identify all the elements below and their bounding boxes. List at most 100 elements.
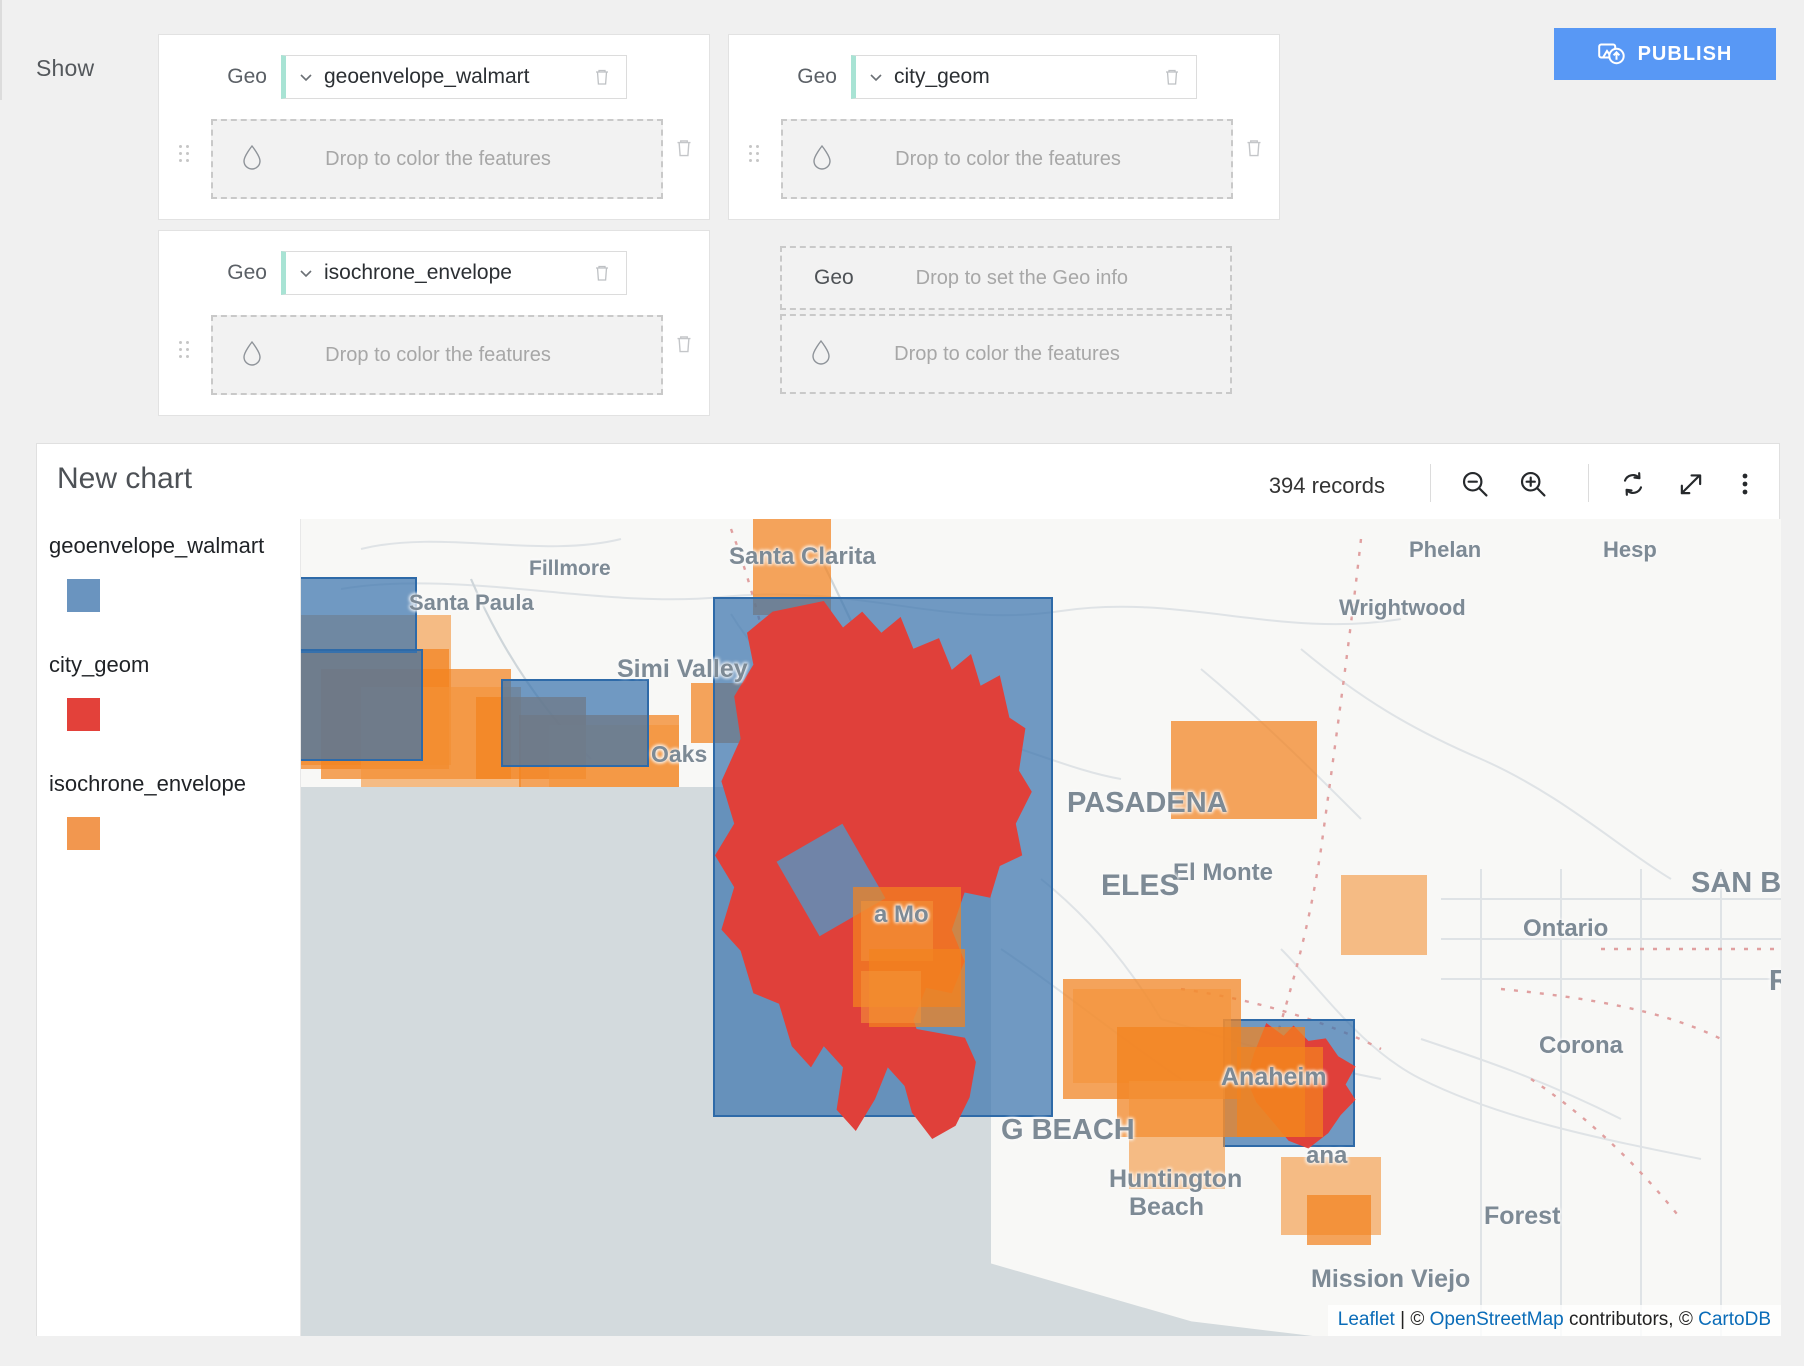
attribution-contributors: contributors, xyxy=(1563,1309,1679,1330)
legend-swatch xyxy=(67,698,100,731)
geo-field-value-3: isochrone_envelope xyxy=(324,261,512,284)
geo-field-select-3[interactable]: isochrone_envelope xyxy=(281,251,627,295)
refresh-icon[interactable] xyxy=(1617,468,1649,500)
chart-header: New chart 394 records xyxy=(37,444,1779,519)
map-label: PASADENA xyxy=(1067,787,1228,819)
openstreetmap-link[interactable]: OpenStreetMap xyxy=(1430,1309,1564,1330)
geo-field-value-1: geoenvelope_walmart xyxy=(324,65,530,88)
toolbar-divider-1 xyxy=(1430,464,1431,502)
trash-icon[interactable] xyxy=(590,65,614,89)
map-label: Santa Clarita xyxy=(729,543,876,570)
copyright-symbol: © xyxy=(1410,1309,1430,1330)
legend-swatch xyxy=(67,817,100,850)
map-label: Phelan xyxy=(1409,537,1482,562)
geo-card-3[interactable]: Geo isochrone_envelope Drop to color the… xyxy=(158,230,710,416)
chart-body: geoenvelope_walmart city_geom isochrone_… xyxy=(37,519,1781,1336)
legend-swatch xyxy=(67,579,100,612)
color-dropzone-2[interactable]: Drop to color the features xyxy=(781,119,1233,199)
map-label: Corona xyxy=(1539,1032,1623,1059)
map-label: Simi Valley xyxy=(617,655,748,683)
geo-field-label-2: Geo xyxy=(797,65,837,88)
map-label: Beach xyxy=(1129,1193,1205,1221)
isochrone-rect xyxy=(1307,1195,1371,1245)
show-label: Show xyxy=(36,55,95,81)
legend-label: geoenvelope_walmart xyxy=(49,533,265,558)
map-builder-app: Show Geo geoenvelope_walmart Drop to col… xyxy=(0,0,1804,1366)
map-label: Santa Paula xyxy=(409,590,534,615)
legend-item-city-geom[interactable]: city_geom xyxy=(49,652,300,731)
chart-title[interactable]: New chart xyxy=(57,462,192,496)
map-label: SAN BER xyxy=(1691,867,1781,899)
map-label: El Monte xyxy=(1173,859,1273,886)
copyright-symbol-2: © xyxy=(1678,1309,1699,1330)
cartodb-link[interactable]: CartoDB xyxy=(1698,1309,1771,1330)
layer-config-strip: Show Geo geoenvelope_walmart Drop to col… xyxy=(0,0,1804,432)
geo-info-dropzone[interactable]: Geo Drop to set the Geo info xyxy=(780,246,1232,310)
map-label: a Mo xyxy=(874,901,929,928)
map-label: RIVERSIDE xyxy=(1769,965,1781,997)
map-label: Oaks xyxy=(651,741,708,767)
toolbar-divider-2 xyxy=(1588,464,1589,502)
walmart-envelope-rect xyxy=(501,679,649,767)
drag-handle-3[interactable] xyxy=(179,341,191,359)
droplet-icon xyxy=(241,340,265,371)
map-attribution: Leaflet | © OpenStreetMap contributors, … xyxy=(1327,1305,1781,1336)
geo-field-select-1[interactable]: geoenvelope_walmart xyxy=(281,55,627,99)
map-label: Hesp xyxy=(1603,537,1657,562)
geo-info-dropzone-text: Drop to set the Geo info xyxy=(915,266,1129,289)
geo-card-1[interactable]: Geo geoenvelope_walmart Drop to color th… xyxy=(158,34,710,220)
geo-field-label-3: Geo xyxy=(227,261,267,284)
more-options-icon[interactable] xyxy=(1729,468,1761,500)
color-dropzone-1-text: Drop to color the features xyxy=(325,147,551,170)
zoom-out-icon[interactable] xyxy=(1459,468,1491,500)
chevron-down-icon xyxy=(298,69,314,85)
map-label: Wrightwood xyxy=(1339,595,1466,620)
isochrone-rect xyxy=(861,971,921,1023)
color-dropzone-2-text: Drop to color the features xyxy=(895,147,1121,170)
geo-card-4-empty[interactable]: Geo Drop to set the Geo info Drop to col… xyxy=(728,230,1280,416)
color-dropzone-4[interactable]: Drop to color the features xyxy=(780,314,1232,394)
map-label: ana xyxy=(1306,1142,1348,1169)
map-label: Mission Viejo xyxy=(1311,1265,1471,1293)
walmart-envelope-rect xyxy=(301,577,417,653)
legend-item-geoenvelope-walmart[interactable]: geoenvelope_walmart xyxy=(49,533,300,612)
map-label: G BEACH xyxy=(1001,1114,1135,1146)
remove-layer-2-button[interactable] xyxy=(1241,135,1267,161)
map-label: Fillmore xyxy=(529,557,611,580)
publish-button-label: PUBLISH xyxy=(1637,42,1733,65)
publish-button[interactable]: PUBLISH xyxy=(1554,28,1776,80)
geo-select-row-2: Geo city_geom xyxy=(785,55,1197,99)
color-dropzone-3-text: Drop to color the features xyxy=(325,343,551,366)
droplet-icon xyxy=(241,144,265,175)
publish-upload-icon xyxy=(1597,41,1626,67)
droplet-icon xyxy=(810,339,834,370)
isochrone-rect xyxy=(1341,875,1427,955)
geo-field-value-2: city_geom xyxy=(894,65,990,88)
walmart-envelope-rect xyxy=(301,649,423,761)
color-dropzone-3[interactable]: Drop to color the features xyxy=(211,315,663,395)
legend-item-isochrone-envelope[interactable]: isochrone_envelope xyxy=(49,771,300,850)
trash-icon[interactable] xyxy=(1160,65,1184,89)
chevron-down-icon xyxy=(298,265,314,281)
chart-panel: New chart 394 records geoenvelope_walmar… xyxy=(36,443,1781,1336)
remove-layer-1-button[interactable] xyxy=(671,135,697,161)
geo-select-row-1: Geo geoenvelope_walmart xyxy=(215,55,627,99)
map-label: Ontario xyxy=(1523,915,1609,942)
map-label: ELES xyxy=(1101,869,1180,902)
chevron-down-icon xyxy=(868,69,884,85)
drag-handle-1[interactable] xyxy=(179,145,191,163)
expand-icon[interactable] xyxy=(1675,468,1707,500)
leaflet-link[interactable]: Leaflet xyxy=(1338,1309,1395,1330)
color-dropzone-1[interactable]: Drop to color the features xyxy=(211,119,663,199)
geo-card-2[interactable]: Geo city_geom Drop to color the features xyxy=(728,34,1280,220)
zoom-in-icon[interactable] xyxy=(1517,468,1549,500)
geo-select-row-3: Geo isochrone_envelope xyxy=(215,251,627,295)
trash-icon[interactable] xyxy=(590,261,614,285)
isochrone-rect xyxy=(1237,1047,1323,1137)
leaflet-map[interactable]: Fillmore Santa Clarita Santa Paula Simi … xyxy=(301,519,1781,1336)
remove-layer-3-button[interactable] xyxy=(671,331,697,357)
drag-handle-2[interactable] xyxy=(749,145,761,163)
droplet-icon xyxy=(811,144,835,175)
geo-field-select-2[interactable]: city_geom xyxy=(851,55,1197,99)
color-dropzone-4-text: Drop to color the features xyxy=(894,342,1120,365)
